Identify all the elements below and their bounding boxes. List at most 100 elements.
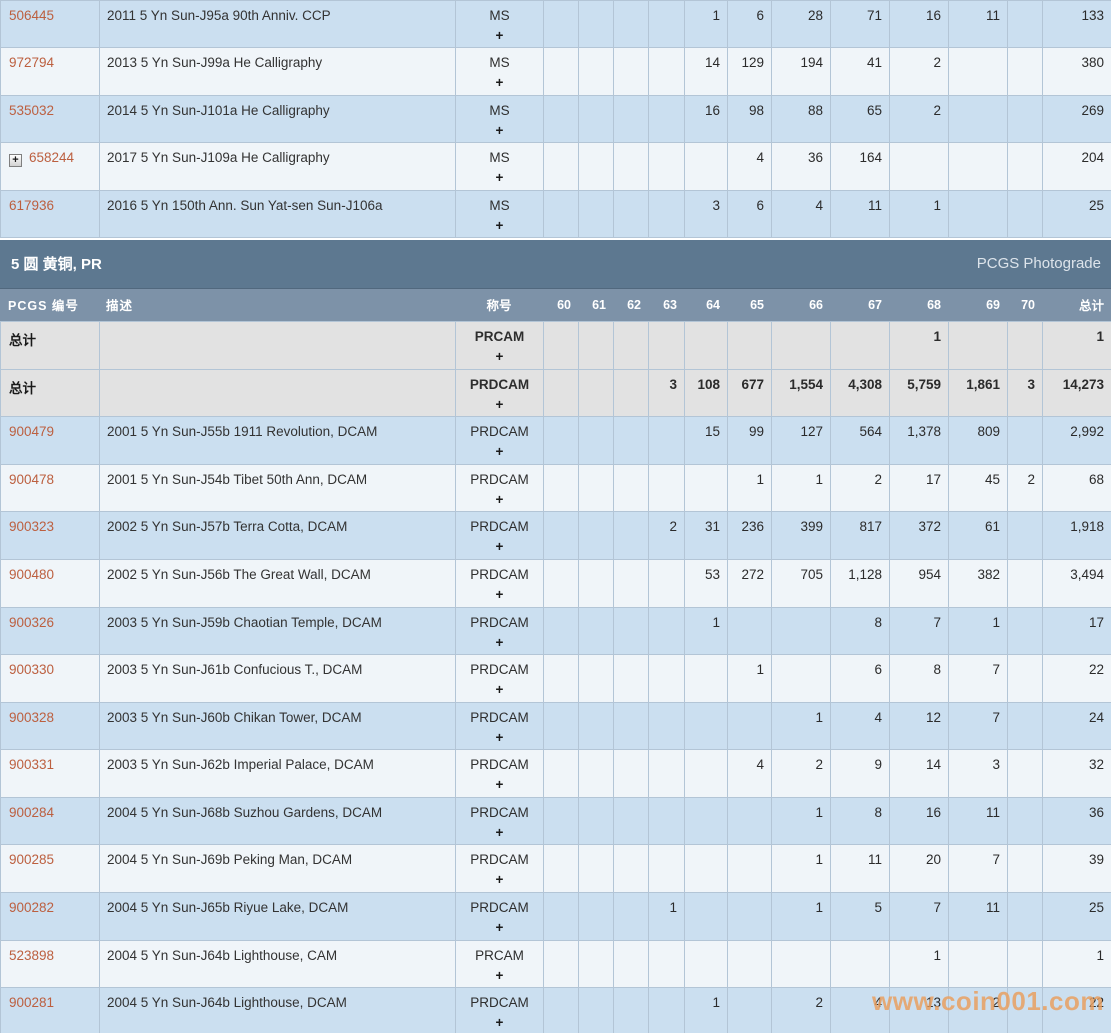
grade-65-count: 99 — [728, 417, 772, 465]
pcgs-number-link[interactable]: 900479 — [9, 424, 54, 439]
designation-plus-link[interactable]: + — [456, 730, 543, 745]
grade-70-count — [1008, 702, 1043, 750]
grade-64-count: 1 — [685, 1, 728, 48]
designation-plus-link[interactable]: + — [456, 218, 543, 233]
expand-row-icon[interactable]: + — [9, 154, 22, 167]
grade-70-count — [1008, 321, 1043, 369]
photograde-link[interactable]: PCGS Photograde — [977, 255, 1101, 272]
column-header-designation: 称号 — [455, 289, 543, 321]
grade-66-count: 1 — [772, 464, 831, 512]
designation-label: MS — [456, 150, 543, 165]
pcgs-number-link[interactable]: 900323 — [9, 519, 54, 534]
grade-66-count: 1 — [772, 845, 831, 893]
grade-67-count: 71 — [831, 1, 890, 48]
designation-cell: PRCAM+ — [456, 321, 544, 369]
designation-plus-link[interactable]: + — [456, 872, 543, 887]
grade-69-count: 3 — [949, 750, 1008, 798]
pcgs-number-cell: +658244 — [1, 143, 100, 190]
designation-plus-link[interactable]: + — [456, 635, 543, 650]
designation-plus-link[interactable]: + — [456, 587, 543, 602]
designation-plus-link[interactable]: + — [456, 170, 543, 185]
designation-label: PRDCAM — [456, 662, 543, 677]
designation-label: PRCAM — [456, 948, 543, 963]
pcgs-number-link[interactable]: 523898 — [9, 948, 54, 963]
designation-plus-link[interactable]: + — [456, 920, 543, 935]
grade-63-count — [649, 464, 685, 512]
total-count: 36 — [1043, 797, 1111, 845]
pr-section-table: 总计PRCAM+11总计PRDCAM+31086771,5544,3085,75… — [0, 321, 1111, 1033]
grade-67-count: 817 — [831, 512, 890, 560]
designation-plus-link[interactable]: + — [456, 1015, 543, 1030]
pcgs-number-link[interactable]: 900282 — [9, 900, 54, 915]
table-row: 9002842004 5 Yn Sun-J68b Suzhou Gardens,… — [1, 797, 1111, 845]
designation-plus-link[interactable]: + — [456, 968, 543, 983]
grade-68-count: 13 — [890, 988, 949, 1033]
pcgs-number-cell: 900478 — [1, 464, 100, 512]
grade-67-count: 65 — [831, 95, 890, 142]
designation-plus-link[interactable]: + — [456, 123, 543, 138]
grade-68-count: 20 — [890, 845, 949, 893]
pcgs-number-link[interactable]: 900331 — [9, 757, 54, 772]
pcgs-number-link[interactable]: 658244 — [29, 150, 74, 165]
total-count: 68 — [1043, 464, 1111, 512]
pcgs-number-cell: 523898 — [1, 940, 100, 988]
pcgs-number-link[interactable]: 900328 — [9, 710, 54, 725]
table-row: 6179362016 5 Yn 150th Ann. Sun Yat-sen S… — [1, 190, 1111, 237]
grade-65-count — [728, 988, 772, 1033]
pcgs-number-link[interactable]: 506445 — [9, 8, 54, 23]
designation-plus-link[interactable]: + — [456, 682, 543, 697]
designation-cell: MS+ — [456, 95, 544, 142]
grade-66-count: 1 — [772, 893, 831, 941]
pcgs-number-link[interactable]: 900285 — [9, 852, 54, 867]
coin-description: 2014 5 Yn Sun-J101a He Calligraphy — [100, 95, 456, 142]
designation-plus-link[interactable]: + — [456, 75, 543, 90]
designation-label: MS — [456, 8, 543, 23]
designation-plus-link[interactable]: + — [456, 492, 543, 507]
pcgs-number-link[interactable]: 900330 — [9, 662, 54, 677]
grade-65-count: 4 — [728, 143, 772, 190]
coin-description — [100, 321, 456, 369]
pcgs-number-link[interactable]: 900326 — [9, 615, 54, 630]
table-row: 9003262003 5 Yn Sun-J59b Chaotian Temple… — [1, 607, 1111, 655]
designation-plus-link[interactable]: + — [456, 28, 543, 43]
pcgs-number-link[interactable]: 535032 — [9, 103, 54, 118]
grade-65-count — [728, 607, 772, 655]
designation-plus-link[interactable]: + — [456, 777, 543, 792]
designation-label: PRDCAM — [456, 424, 543, 439]
grade-64-count: 31 — [685, 512, 728, 560]
grade-67-count: 564 — [831, 417, 890, 465]
grade-64-count: 3 — [685, 190, 728, 237]
grade-69-count — [949, 143, 1008, 190]
grade-66-count: 127 — [772, 417, 831, 465]
designation-plus-link[interactable]: + — [456, 397, 543, 412]
pcgs-number-link[interactable]: 900478 — [9, 472, 54, 487]
grade-70-count — [1008, 845, 1043, 893]
grade-67-count: 8 — [831, 607, 890, 655]
grade-63-count — [649, 750, 685, 798]
grade-64-count: 1 — [685, 988, 728, 1033]
pcgs-number-link[interactable]: 900480 — [9, 567, 54, 582]
designation-label: MS — [456, 198, 543, 213]
pcgs-number-link[interactable]: 617936 — [9, 198, 54, 213]
coin-description: 2002 5 Yn Sun-J56b The Great Wall, DCAM — [100, 559, 456, 607]
grade-65-count — [728, 893, 772, 941]
pcgs-number-link[interactable]: 900281 — [9, 995, 54, 1010]
grade-68-count: 7 — [890, 607, 949, 655]
grade-62-count — [614, 369, 649, 417]
designation-plus-link[interactable]: + — [456, 349, 543, 364]
table-row: 9002822004 5 Yn Sun-J65b Riyue Lake, DCA… — [1, 893, 1111, 941]
designation-plus-link[interactable]: + — [456, 539, 543, 554]
designation-label: PRDCAM — [456, 472, 543, 487]
total-count: 32 — [1043, 750, 1111, 798]
grade-62-count — [614, 464, 649, 512]
column-header-total: 总计 — [1042, 289, 1111, 321]
grade-65-count: 6 — [728, 1, 772, 48]
grade-66-count: 1,554 — [772, 369, 831, 417]
designation-label: PRDCAM — [456, 900, 543, 915]
grade-65-count: 4 — [728, 750, 772, 798]
designation-plus-link[interactable]: + — [456, 444, 543, 459]
grade-63-count — [649, 940, 685, 988]
pcgs-number-link[interactable]: 972794 — [9, 55, 54, 70]
designation-plus-link[interactable]: + — [456, 825, 543, 840]
pcgs-number-link[interactable]: 900284 — [9, 805, 54, 820]
